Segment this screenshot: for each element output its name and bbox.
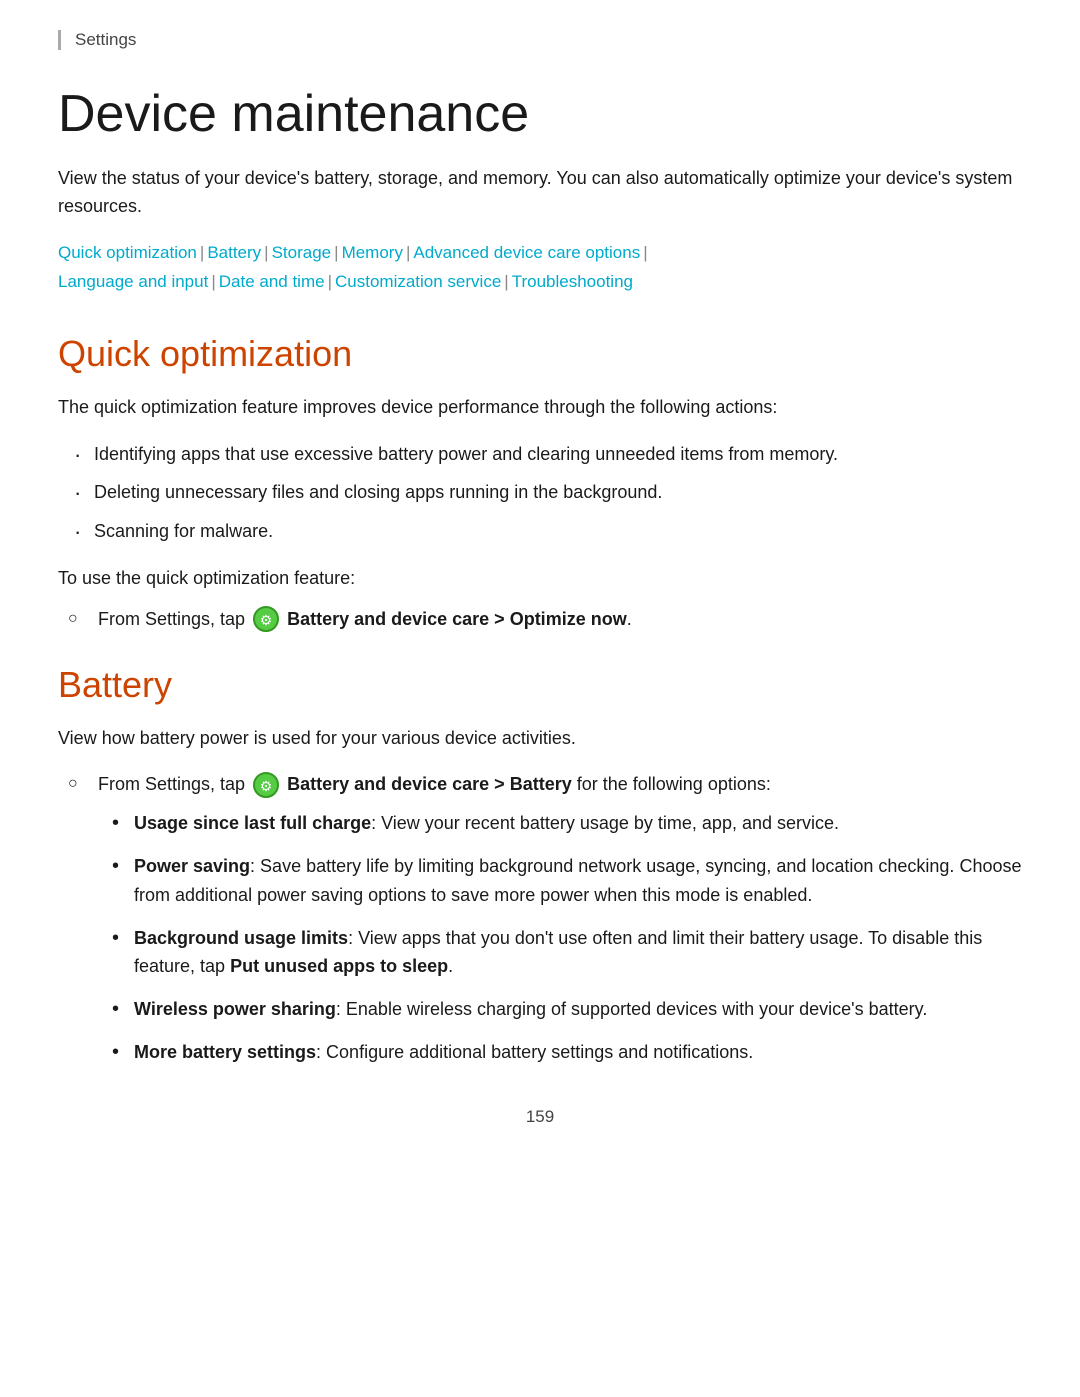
sep1: | xyxy=(200,243,204,262)
bullet-end: . xyxy=(448,956,453,976)
list-item: Wireless power sharing: Enable wireless … xyxy=(98,995,1022,1024)
nav-links: Quick optimization|Battery|Storage|Memor… xyxy=(58,239,1022,297)
sep8: | xyxy=(504,272,508,291)
battery-sub-bullets: Usage since last full charge: View your … xyxy=(98,809,1022,1067)
list-item: Scanning for malware. xyxy=(58,517,1022,546)
list-item: From Settings, tap Battery and device ca… xyxy=(58,605,1022,634)
nav-memory[interactable]: Memory xyxy=(342,243,403,262)
list-item: Identifying apps that use excessive batt… xyxy=(58,440,1022,469)
sep2: | xyxy=(264,243,268,262)
bullet-label: More battery settings xyxy=(134,1042,316,1062)
nav-troubleshooting[interactable]: Troubleshooting xyxy=(512,272,633,291)
list-item: Power saving: Save battery life by limit… xyxy=(98,852,1022,910)
battery-step-suffix: for the following options: xyxy=(577,774,771,794)
list-item: Usage since last full charge: View your … xyxy=(98,809,1022,838)
sep3: | xyxy=(334,243,338,262)
battery-step-prefix: From Settings, tap xyxy=(98,774,250,794)
bullet-label: Power saving xyxy=(134,856,250,876)
battery-title: Battery xyxy=(58,664,1022,706)
sep5: | xyxy=(643,243,647,262)
nav-storage[interactable]: Storage xyxy=(272,243,332,262)
bullet-text: : Configure additional battery settings … xyxy=(316,1042,753,1062)
bullet-label: Usage since last full charge xyxy=(134,813,371,833)
nav-language[interactable]: Language and input xyxy=(58,272,208,291)
nav-battery[interactable]: Battery xyxy=(207,243,261,262)
nav-quick-optimization[interactable]: Quick optimization xyxy=(58,243,197,262)
quick-optimization-bullets: Identifying apps that use excessive batt… xyxy=(58,440,1022,546)
nav-customization[interactable]: Customization service xyxy=(335,272,501,291)
page-container: Settings Device maintenance View the sta… xyxy=(0,0,1080,1397)
settings-icon xyxy=(253,606,279,632)
list-item: More battery settings: Configure additio… xyxy=(98,1038,1022,1067)
list-item: Deleting unnecessary files and closing a… xyxy=(58,478,1022,507)
battery-section: Battery View how battery power is used f… xyxy=(58,664,1022,1067)
step-prefix: From Settings, tap xyxy=(98,609,250,629)
page-number: 159 xyxy=(58,1107,1022,1127)
battery-steps: From Settings, tap Battery and device ca… xyxy=(58,770,1022,1066)
quick-optimization-steps: From Settings, tap Battery and device ca… xyxy=(58,605,1022,634)
quick-optimization-intro: The quick optimization feature improves … xyxy=(58,393,1022,422)
page-title: Device maintenance xyxy=(58,86,1022,143)
sep6: | xyxy=(211,272,215,291)
quick-optimization-title: Quick optimization xyxy=(58,333,1022,375)
step-period: . xyxy=(627,609,632,629)
bullet-label: Wireless power sharing xyxy=(134,999,336,1019)
sep4: | xyxy=(406,243,410,262)
battery-intro: View how battery power is used for your … xyxy=(58,724,1022,753)
inline-bold: Put unused apps to sleep xyxy=(230,956,448,976)
bullet-text: : Save battery life by limiting backgrou… xyxy=(134,856,1021,905)
bullet-label: Background usage limits xyxy=(134,928,348,948)
battery-step-bold: Battery and device care > Battery xyxy=(287,774,572,794)
step-bold: Battery and device care > Optimize now xyxy=(287,609,627,629)
quick-optimization-section: Quick optimization The quick optimizatio… xyxy=(58,333,1022,634)
list-item: Background usage limits: View apps that … xyxy=(98,924,1022,982)
settings-icon-battery xyxy=(253,772,279,798)
breadcrumb-text: Settings xyxy=(75,30,136,49)
list-item: From Settings, tap Battery and device ca… xyxy=(58,770,1022,1066)
nav-date[interactable]: Date and time xyxy=(219,272,325,291)
nav-advanced[interactable]: Advanced device care options xyxy=(413,243,640,262)
breadcrumb: Settings xyxy=(58,30,1022,50)
bullet-text: : Enable wireless charging of supported … xyxy=(336,999,927,1019)
sep7: | xyxy=(328,272,332,291)
quick-optimization-step-label: To use the quick optimization feature: xyxy=(58,564,1022,593)
intro-paragraph: View the status of your device's battery… xyxy=(58,165,1022,221)
bullet-text: : View your recent battery usage by time… xyxy=(371,813,839,833)
